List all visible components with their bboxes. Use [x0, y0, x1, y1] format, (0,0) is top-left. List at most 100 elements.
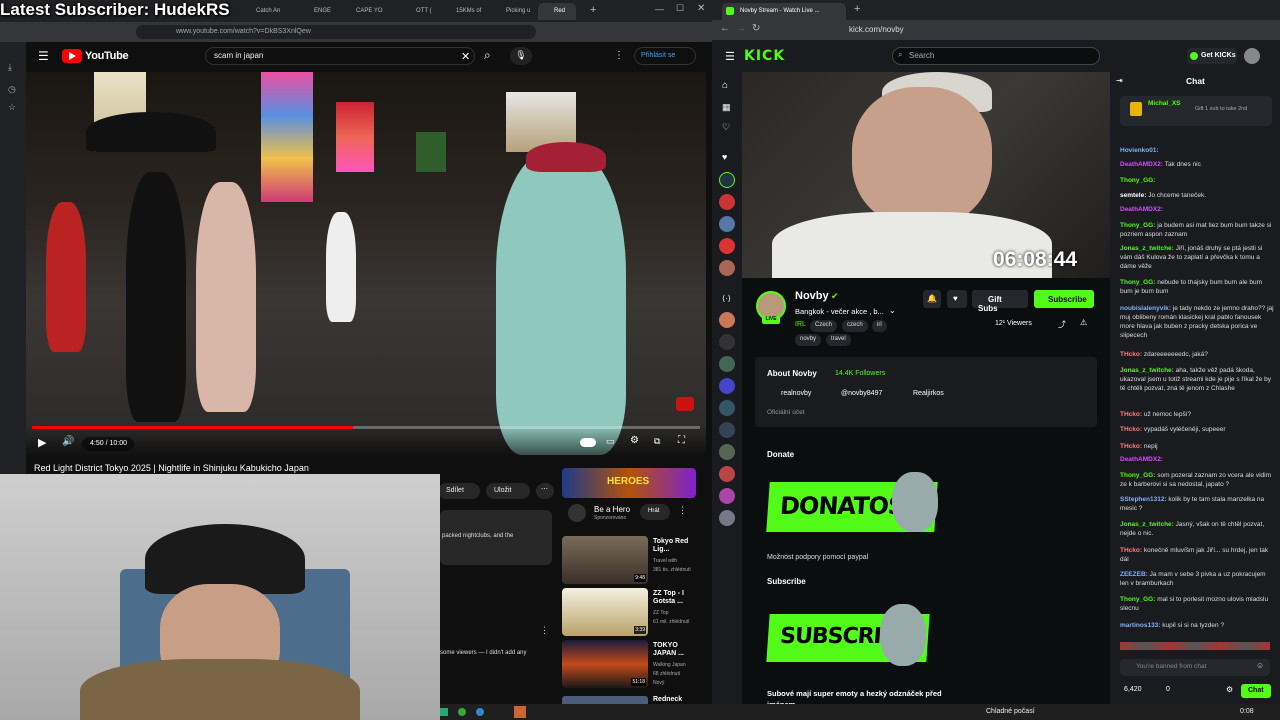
following-icon[interactable]: ♡	[722, 122, 730, 133]
channel-avatar[interactable]	[719, 444, 735, 460]
chat-username[interactable]: noubislalenyvik:	[1120, 305, 1171, 312]
save-button[interactable]: Uložit	[486, 483, 530, 499]
recommendation-item[interactable]: 51:18 TOKYO JAPAN ... Walking Japan 68 z…	[562, 640, 702, 698]
settings-icon[interactable]: ⚙	[630, 435, 639, 446]
autoplay-toggle[interactable]	[580, 438, 596, 447]
kick-search-input[interactable]: Search	[892, 47, 1100, 65]
tab[interactable]: OTT (	[400, 3, 440, 20]
tag-chip[interactable]: travel	[826, 334, 851, 346]
tab[interactable]: Catch An	[240, 3, 288, 20]
channel-avatar[interactable]	[719, 356, 735, 372]
miniplayer-icon[interactable]: ⧉	[654, 436, 660, 447]
app-icon[interactable]	[476, 708, 484, 716]
chat-username[interactable]: DeathAMDX2:	[1120, 206, 1163, 213]
chat-username[interactable]: SStephen1312:	[1120, 496, 1167, 503]
bell-icon[interactable]: 🔔	[923, 290, 941, 308]
right-url-field[interactable]: kick.com/novby	[849, 25, 904, 34]
search-icon[interactable]: ⌕	[484, 48, 491, 63]
chat-username[interactable]: Thony_GG:	[1120, 279, 1155, 286]
tab[interactable]: 15KMs of	[440, 3, 488, 20]
channel-avatar[interactable]	[719, 510, 735, 526]
avatar[interactable]	[1244, 48, 1260, 64]
tab-active[interactable]: Novby Stream - Watch Live ...	[722, 3, 846, 20]
tag-chip[interactable]: novby	[795, 334, 822, 346]
ad-menu-icon[interactable]: ⋮	[678, 505, 687, 516]
chat-send-button[interactable]: Chat	[1241, 684, 1271, 698]
gift-subs-button[interactable]: Gift Subs	[972, 290, 1028, 313]
tag-chip[interactable]: czech	[842, 320, 868, 332]
channel-avatar[interactable]	[719, 400, 735, 416]
social-youtube[interactable]: @novby8497	[841, 390, 882, 397]
chat-username[interactable]: THcko:	[1120, 443, 1142, 450]
chat-username[interactable]: Thony_GG:	[1120, 177, 1155, 184]
pinned-gift-banner[interactable]: Michal_XS Gift 1 sub to take 2nd	[1120, 96, 1272, 126]
channel-avatar[interactable]	[719, 312, 735, 328]
channel-avatar[interactable]	[719, 378, 735, 394]
tab[interactable]: Picking u	[490, 3, 536, 20]
chat-username[interactable]: DeathAMDX2:	[1120, 161, 1163, 168]
recommended-icon[interactable]: ⟨·⟩	[722, 294, 731, 303]
subscribe-button[interactable]: Subscribe	[1034, 290, 1094, 308]
reload-icon[interactable]: ↻	[752, 23, 760, 34]
back-icon[interactable]: ←	[720, 23, 730, 34]
chat-username[interactable]: semtele:	[1120, 192, 1146, 199]
chat-username[interactable]: THcko:	[1120, 426, 1142, 433]
chat-username[interactable]: Hovienko01:	[1120, 147, 1159, 154]
chat-input[interactable]: You're banned from chat	[1120, 659, 1270, 676]
tab[interactable]: ENGE	[298, 3, 338, 20]
maximize-icon[interactable]: ☐	[676, 3, 684, 14]
browse-icon[interactable]: ▦	[722, 102, 731, 113]
chevron-down-icon[interactable]: ⌄	[889, 306, 896, 315]
channel-avatar[interactable]	[719, 238, 735, 254]
description-box[interactable]: packed nightclubs, and the	[440, 510, 552, 565]
chat-username[interactable]: Jonas_z_twitche:	[1120, 245, 1174, 252]
collapse-chat-icon[interactable]: ⇥	[1116, 76, 1123, 85]
close-window-icon[interactable]: ✕	[697, 3, 705, 14]
tab[interactable]: CAPE YO	[340, 3, 388, 20]
fullscreen-icon[interactable]: ⛶	[678, 435, 685, 446]
chat-username[interactable]: ZEEZEB:	[1120, 571, 1148, 578]
chat-username[interactable]: Jonas_z_twitche:	[1120, 521, 1174, 528]
bookmarks-icon[interactable]: ☆	[8, 102, 16, 113]
app-icon[interactable]	[440, 708, 448, 716]
tag-chip[interactable]: irl	[872, 320, 887, 332]
category-link[interactable]: IRL	[795, 321, 806, 328]
kick-logo[interactable]: KICK	[744, 48, 785, 64]
channel-avatar[interactable]	[719, 466, 735, 482]
channel-avatar[interactable]	[719, 334, 735, 350]
emote-picker-icon[interactable]: ☺	[1256, 661, 1264, 670]
more-actions-icon[interactable]: ⋯	[536, 483, 554, 499]
ad-play-button[interactable]: Hrát	[640, 504, 670, 520]
video-player[interactable]	[26, 72, 706, 455]
chat-username[interactable]: Jonas_z_twitche:	[1120, 367, 1174, 374]
recommendation-item[interactable]: 3:39 ZZ Top - I Gotsta ... ZZ Top 61 mil…	[562, 588, 702, 646]
tab-active[interactable]: Red	[538, 3, 576, 20]
app-icon[interactable]	[514, 706, 526, 718]
chat-username[interactable]: THcko:	[1120, 547, 1142, 554]
volume-icon[interactable]: 🔊	[62, 436, 74, 447]
share-button[interactable]: Sdílet	[438, 483, 480, 499]
heart-icon[interactable]: ♥	[722, 152, 727, 162]
ad-banner[interactable]: HEROES	[562, 468, 696, 498]
youtube-wordmark[interactable]: YouTube	[85, 50, 129, 62]
mic-icon[interactable]: 🎙	[510, 47, 532, 65]
menu-icon[interactable]: ☰	[38, 49, 49, 63]
tag-chip[interactable]: Czech	[810, 320, 838, 332]
play-icon[interactable]: ▶	[38, 436, 46, 449]
chat-username[interactable]: Thony_GG:	[1120, 472, 1155, 479]
social-tiktok[interactable]: Realjirkos	[913, 390, 944, 397]
history-icon[interactable]: ◷	[8, 84, 16, 95]
comment-menu-icon[interactable]: ⋮	[540, 625, 549, 636]
more-options-icon[interactable]: ⋮	[614, 50, 624, 61]
chat-settings-icon[interactable]: ⚙	[1226, 685, 1233, 694]
home-icon[interactable]: ⌂	[722, 80, 728, 91]
report-icon[interactable]: ⚠	[1080, 318, 1087, 327]
signin-button[interactable]: Přihlásit se	[634, 47, 696, 65]
download-icon[interactable]: ⤓	[8, 62, 12, 73]
channel-avatar[interactable]	[719, 488, 735, 504]
recommendation-item[interactable]: 9:48 Tokyo Red Lig... Travel with 381 ti…	[562, 536, 702, 594]
social-instagram[interactable]: realnovby	[781, 390, 811, 397]
chat-username[interactable]: THcko:	[1120, 351, 1142, 358]
channel-avatar[interactable]	[719, 216, 735, 232]
new-tab-icon[interactable]: +	[854, 3, 860, 15]
